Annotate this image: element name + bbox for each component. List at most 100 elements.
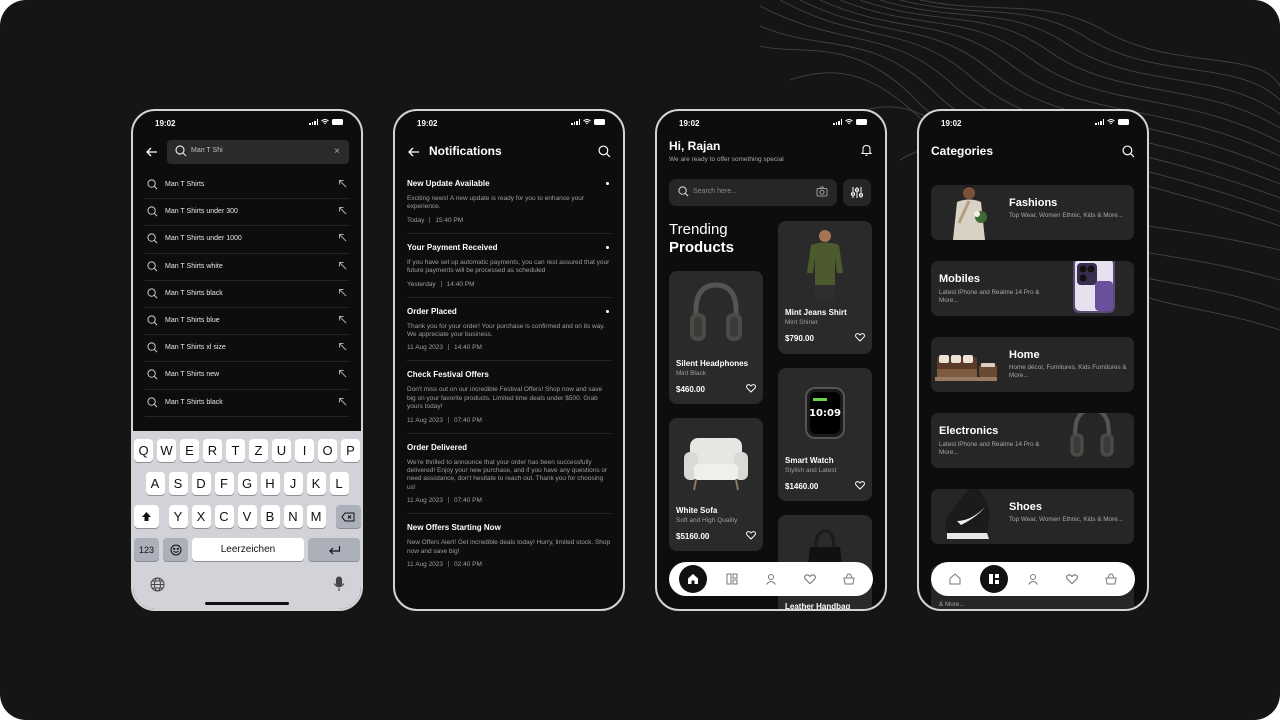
nav-profile[interactable] [757,565,785,593]
key[interactable]: V [237,505,257,528]
key[interactable]: Q [134,439,153,462]
notification-item[interactable]: Check Festival Offers Don't miss out on … [407,370,611,434]
product-card[interactable]: 10:09 Smart Watch Stylish and Latest $14… [778,368,872,501]
key[interactable]: L [329,472,349,495]
nav-cart[interactable] [1097,565,1125,593]
search-icon[interactable] [598,145,611,158]
key[interactable]: X [191,505,211,528]
arrow-up-left-icon[interactable] [338,397,347,406]
bell-icon[interactable] [861,144,872,156]
category-card-shoes[interactable]: Shoes Top Wear, Women Ethnic, Kids & Mor… [931,489,1134,544]
category-card-fashions[interactable]: Fashions Top Wear, Women Ethnic, Kids & … [931,185,1134,240]
globe-icon[interactable] [150,577,165,592]
nav-profile[interactable] [1019,565,1047,593]
list-item[interactable]: Man T Shirts black [145,390,349,417]
key[interactable]: F [214,472,234,495]
nav-categories[interactable] [718,565,746,593]
key[interactable]: K [306,472,326,495]
category-card-electronics[interactable]: Electronics Latest iPhone and Realme 14 … [931,413,1134,468]
nav-wishlist[interactable] [796,565,824,593]
key[interactable]: P [341,439,360,462]
backspace-icon [341,512,355,521]
return-key[interactable] [308,538,360,561]
product-image: 10:09 [778,376,872,450]
notification-item[interactable]: Order Placed Thank you for your order! Y… [407,307,611,362]
emoji-key[interactable] [163,538,188,561]
phone-image [1073,261,1115,313]
arrow-up-left-icon[interactable] [338,261,347,270]
search-input[interactable]: Man T Shi × [167,140,349,164]
list-item[interactable]: Man T Shirts white [145,254,349,281]
nav-wishlist[interactable] [1058,565,1086,593]
backspace-key[interactable] [335,505,361,528]
category-desc: & More... [939,601,965,608]
heart-icon[interactable] [746,531,756,540]
nav-home[interactable] [941,565,969,593]
category-card-mobiles[interactable]: Mobiles Latest iPhone and Realme 14 Pro … [931,261,1134,316]
nav-home[interactable] [678,565,707,593]
list-item[interactable]: Man T Shirts under 300 [145,199,349,227]
key[interactable]: T [226,439,245,462]
filter-button[interactable] [843,179,871,206]
home-indicator [205,602,289,605]
home-icon [949,573,961,585]
key[interactable]: C [214,505,234,528]
search-icon[interactable] [1122,145,1135,158]
heart-icon[interactable] [855,333,865,342]
notification-item[interactable]: New Offers Starting Now New Offers Alert… [407,523,611,577]
back-arrow-icon[interactable] [145,145,159,159]
key[interactable]: R [203,439,222,462]
notification-time: 07:40 PM [454,416,482,424]
arrow-up-left-icon[interactable] [338,206,347,215]
product-card[interactable]: Mint Jeans Shirt Mint Shiner $790.00 [778,221,872,354]
notification-item[interactable]: Your Payment Received If you have set up… [407,243,611,298]
key[interactable]: W [157,439,176,462]
arrow-up-left-icon[interactable] [338,288,347,297]
shift-key[interactable] [133,505,159,528]
nav-categories[interactable] [979,565,1008,593]
key[interactable]: E [180,439,199,462]
key[interactable]: M [306,505,326,528]
notification-item[interactable]: New Update Available Exciting news! A ne… [407,179,611,234]
search-input[interactable]: Search here... [669,179,837,206]
list-item[interactable]: Man T Shirts new [145,362,349,390]
arrow-up-left-icon[interactable] [338,369,347,378]
key[interactable]: H [260,472,280,495]
key[interactable]: A [145,472,165,495]
numbers-key[interactable]: 123 [134,538,159,561]
key[interactable]: Z [249,439,268,462]
key[interactable]: N [283,505,303,528]
camera-icon[interactable] [816,186,828,197]
arrow-up-left-icon[interactable] [338,342,347,351]
key[interactable]: B [260,505,280,528]
nav-cart[interactable] [835,565,863,593]
key[interactable]: G [237,472,257,495]
notification-item[interactable]: Order Delivered We're thrilled to announ… [407,443,611,515]
key[interactable]: O [318,439,337,462]
key[interactable]: Y [168,505,188,528]
arrow-up-left-icon[interactable] [338,233,347,242]
microphone-icon[interactable] [333,576,345,592]
list-item[interactable]: Man T Shirts xl size [145,335,349,363]
category-desc: Home décor, Furnitures, Kids Furnitures … [1009,364,1127,379]
product-card[interactable]: Silent Headphones Mint Black $460.00 [669,271,763,404]
key[interactable]: J [283,472,303,495]
key[interactable]: U [272,439,291,462]
arrow-up-left-icon[interactable] [338,179,347,188]
heart-icon[interactable] [746,384,756,393]
list-item[interactable]: Man T Shirts [145,172,349,200]
space-key[interactable]: Leerzeichen [192,538,304,561]
product-price: $460.00 [676,385,705,394]
product-card[interactable]: White Sofa Soft and High Quality $5160.0… [669,418,763,551]
clear-icon[interactable]: × [334,145,340,159]
list-item[interactable]: Man T Shirts black [145,281,349,308]
back-arrow-icon[interactable] [407,145,421,159]
category-card-home[interactable]: Home Home décor, Furnitures, Kids Furnit… [931,337,1134,392]
list-item[interactable]: Man T Shirts blue [145,308,349,336]
arrow-up-left-icon[interactable] [338,315,347,324]
key[interactable]: D [191,472,211,495]
list-item[interactable]: Man T Shirts under 1000 [145,226,349,254]
key[interactable]: S [168,472,188,495]
heart-icon[interactable] [855,481,865,490]
key[interactable]: I [295,439,314,462]
